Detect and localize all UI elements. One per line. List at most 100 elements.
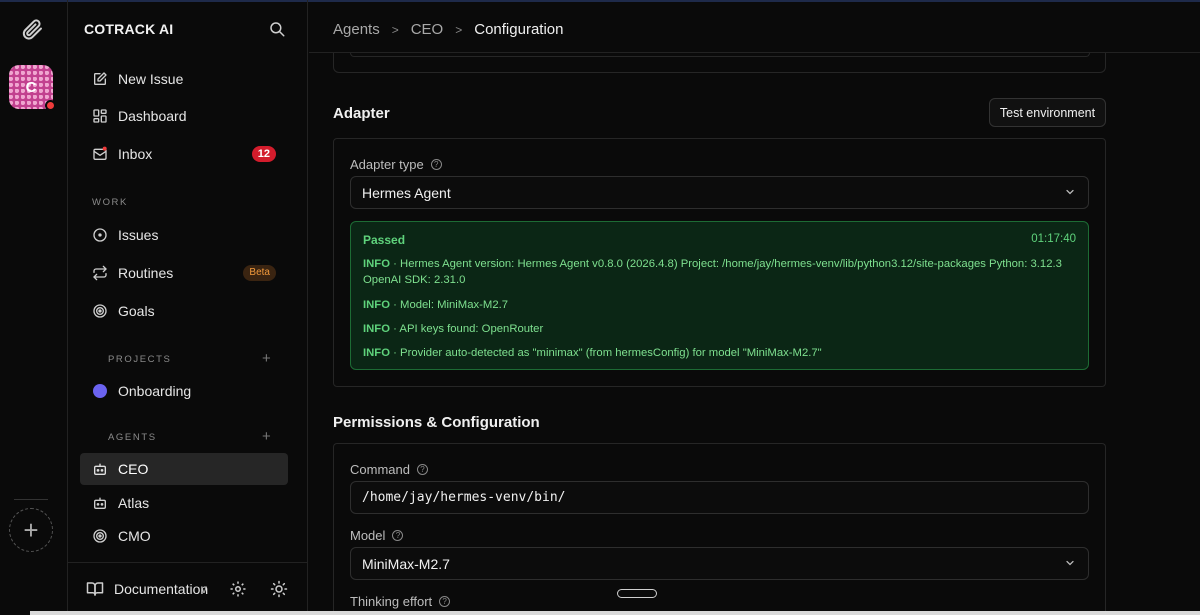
adapter-section-title: Adapter	[333, 105, 390, 122]
routine-icon	[93, 265, 107, 281]
adapter-type-label-text: Adapter type	[350, 157, 424, 172]
brand-name: COTRACK AI	[84, 21, 174, 37]
help-icon[interactable]: ?	[392, 530, 404, 541]
sidebar-item-label: Atlas	[118, 495, 150, 511]
bot-icon	[94, 463, 106, 475]
sidebar-item-onboarding[interactable]: Onboarding	[80, 375, 288, 407]
add-project-button[interactable]: +	[262, 350, 271, 367]
breadcrumb: Agents > CEO > Configuration	[333, 21, 563, 38]
book-icon	[86, 582, 104, 596]
documentation-link[interactable]: Documentation	[86, 580, 208, 598]
version-label: v	[201, 582, 207, 596]
log-line: INFO · Model: MiniMax-M2.7	[363, 299, 509, 311]
beta-badge: Beta	[243, 265, 276, 281]
thinking-effort-label-text: Thinking effort	[350, 594, 433, 609]
target-icon	[93, 529, 107, 543]
command-input[interactable]: /home/jay/hermes-venv/bin/	[350, 481, 1089, 514]
project-color-dot	[93, 384, 107, 398]
horizontal-scrollbar[interactable]	[30, 611, 1200, 615]
help-icon[interactable]: ?	[430, 159, 442, 170]
log-level: INFO	[363, 299, 390, 311]
sidebar-item-label: Issues	[118, 227, 159, 243]
workspace-rail: C +	[0, 0, 68, 615]
command-label-text: Command	[350, 462, 410, 477]
chevron-right-icon: >	[391, 22, 399, 37]
environment-test-result: Passed 01:17:40 INFO · Hermes Agent vers…	[350, 221, 1089, 370]
inbox-icon	[93, 146, 107, 160]
help-icon[interactable]: ?	[439, 596, 451, 607]
sidebar-footer: Documentation v	[68, 562, 308, 615]
rail-divider	[14, 499, 48, 500]
section-title-agents: AGENTS	[108, 432, 157, 443]
issue-circle-icon	[93, 228, 107, 242]
sidebar-item-label: Routines	[118, 265, 174, 281]
chevron-down-icon	[1066, 560, 1074, 566]
gear-icon[interactable]	[229, 580, 247, 598]
dashboard-icon	[93, 109, 107, 123]
sidebar-item-atlas[interactable]: Atlas	[80, 487, 288, 519]
model-label: Model ?	[350, 528, 404, 543]
sidebar-item-label: New Issue	[118, 71, 184, 87]
section-title-projects: PROJECTS	[108, 354, 172, 365]
test-timestamp: 01:17:40	[1031, 233, 1076, 245]
sidebar-item-issues[interactable]: Issues	[80, 219, 288, 251]
inbox-count-badge: 12	[251, 146, 276, 162]
sidebar-item-dashboard[interactable]: Dashboard	[80, 100, 288, 132]
search-icon[interactable]	[268, 20, 286, 38]
log-text: Hermes Agent version: Hermes Agent v0.8.…	[363, 258, 1062, 286]
log-line: INFO · Hermes Agent version: Hermes Agen…	[363, 258, 1062, 286]
model-value: MiniMax-M2.7	[362, 555, 450, 572]
section-title-work: WORK	[92, 197, 128, 208]
sidebar-item-goals[interactable]: Goals	[80, 295, 288, 327]
sidebar-item-new-issue[interactable]: New Issue	[80, 63, 288, 95]
target-icon	[93, 304, 107, 318]
previous-section-field	[350, 53, 1090, 57]
sidebar: COTRACK AI New Issue Dashboard Inbox 12 …	[68, 0, 308, 615]
paperclip-icon[interactable]	[20, 17, 44, 41]
chevron-down-icon	[1066, 189, 1074, 195]
sidebar-item-routines[interactable]: Routines Beta	[80, 257, 288, 289]
notification-dot	[45, 100, 56, 111]
log-text: Model: MiniMax-M2.7	[400, 299, 509, 311]
log-text: Provider auto-detected as "minimax" (fro…	[400, 347, 822, 359]
sidebar-item-ceo[interactable]: CEO	[80, 453, 288, 485]
previous-section-card	[333, 53, 1106, 73]
sun-icon[interactable]	[270, 580, 288, 598]
help-icon[interactable]: ?	[416, 464, 428, 475]
permissions-card: Command ? /home/jay/hermes-venv/bin/ Mod…	[333, 443, 1106, 615]
avatar-letter: C	[25, 78, 37, 96]
log-line: INFO · API keys found: OpenRouter	[363, 323, 544, 335]
sidebar-item-label: Dashboard	[118, 108, 187, 124]
add-agent-button[interactable]: +	[262, 428, 271, 445]
sidebar-item-label: CMO	[118, 528, 151, 544]
breadcrumb-agents[interactable]: Agents	[333, 21, 380, 38]
bot-icon	[94, 497, 106, 509]
adapter-card: Adapter type ? Hermes Agent Passed 01:17…	[333, 138, 1106, 387]
log-level: INFO	[363, 323, 390, 335]
log-level: INFO	[363, 347, 390, 359]
chevron-right-icon: >	[455, 22, 463, 37]
log-level: INFO	[363, 258, 390, 270]
scroll-indicator[interactable]	[617, 589, 657, 598]
test-environment-button[interactable]: Test environment	[989, 98, 1106, 127]
add-company-button[interactable]: +	[9, 508, 53, 552]
sidebar-item-label: Goals	[118, 303, 155, 319]
sidebar-item-label: Inbox	[118, 146, 153, 162]
documentation-label: Documentation	[114, 581, 209, 597]
adapter-type-select[interactable]: Hermes Agent	[350, 176, 1089, 209]
sidebar-item-inbox[interactable]: Inbox 12	[80, 138, 288, 170]
model-select[interactable]: MiniMax-M2.7	[350, 547, 1089, 580]
log-text: API keys found: OpenRouter	[399, 323, 544, 335]
log-line: INFO · Provider auto-detected as "minima…	[363, 347, 822, 359]
main-content: Agents > CEO > Configuration Adapter Tes…	[309, 0, 1200, 615]
test-status: Passed	[363, 233, 406, 247]
command-label: Command ?	[350, 462, 428, 477]
adapter-type-value: Hermes Agent	[362, 184, 451, 201]
breadcrumb-ceo[interactable]: CEO	[411, 21, 444, 38]
sidebar-item-label: CEO	[118, 461, 149, 477]
sidebar-item-label: Onboarding	[118, 383, 192, 399]
command-value: /home/jay/hermes-venv/bin/	[362, 490, 566, 505]
edit-icon	[94, 72, 107, 85]
sidebar-item-cmo[interactable]: CMO	[80, 520, 288, 552]
permissions-section-title: Permissions & Configuration	[333, 414, 540, 431]
